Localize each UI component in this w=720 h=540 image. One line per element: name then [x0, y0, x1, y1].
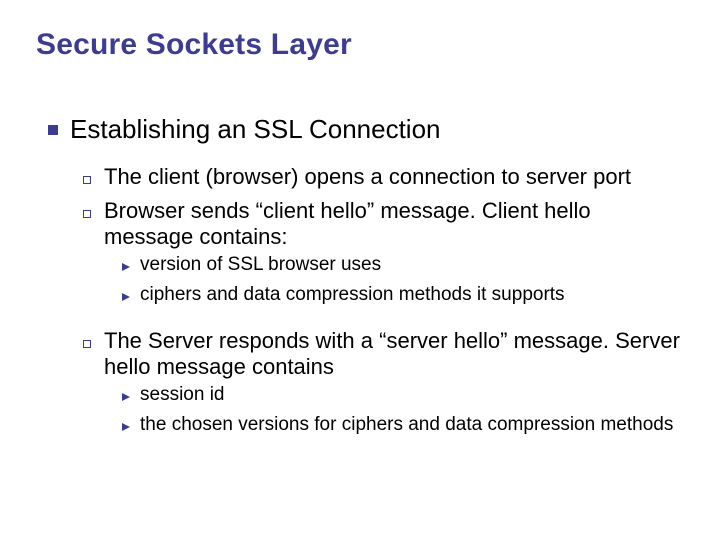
bullet-row: The Server responds with a “server hello… — [70, 328, 680, 380]
triangle-bullet-icon — [112, 414, 140, 438]
hollow-square-icon — [70, 328, 104, 356]
triangle-bullet-icon — [112, 384, 140, 408]
bullet-text: The Server responds with a “server hello… — [104, 328, 680, 380]
sub-bullet-row: the chosen versions for ciphers and data… — [112, 414, 680, 438]
triangle-bullet-icon — [112, 284, 140, 308]
sub-bullet-row: session id — [112, 384, 680, 408]
slide: Secure Sockets Layer Establishing an SSL… — [0, 0, 720, 540]
bullet-row: Browser sends “client hello” message. Cl… — [70, 198, 680, 250]
sub-bullet-row: ciphers and data compression methods it … — [112, 284, 680, 308]
sub-bullet-row: version of SSL browser uses — [112, 254, 680, 278]
sub-bullet-text: ciphers and data compression methods it … — [140, 284, 680, 306]
bullet-text: Browser sends “client hello” message. Cl… — [104, 198, 680, 250]
triangle-bullet-icon — [112, 254, 140, 278]
slide-title: Secure Sockets Layer — [36, 28, 680, 62]
section-row: Establishing an SSL Connection — [36, 114, 680, 144]
hollow-square-icon — [70, 164, 104, 192]
sub-bullet-text: session id — [140, 384, 680, 406]
bullet-text: The client (browser) opens a connection … — [104, 164, 680, 190]
hollow-square-icon — [70, 198, 104, 226]
section-heading: Establishing an SSL Connection — [70, 114, 680, 144]
sub-bullet-text: version of SSL browser uses — [140, 254, 680, 276]
bullet-row: The client (browser) opens a connection … — [70, 164, 680, 192]
square-bullet-icon — [36, 114, 70, 144]
sub-bullet-text: the chosen versions for ciphers and data… — [140, 414, 680, 436]
